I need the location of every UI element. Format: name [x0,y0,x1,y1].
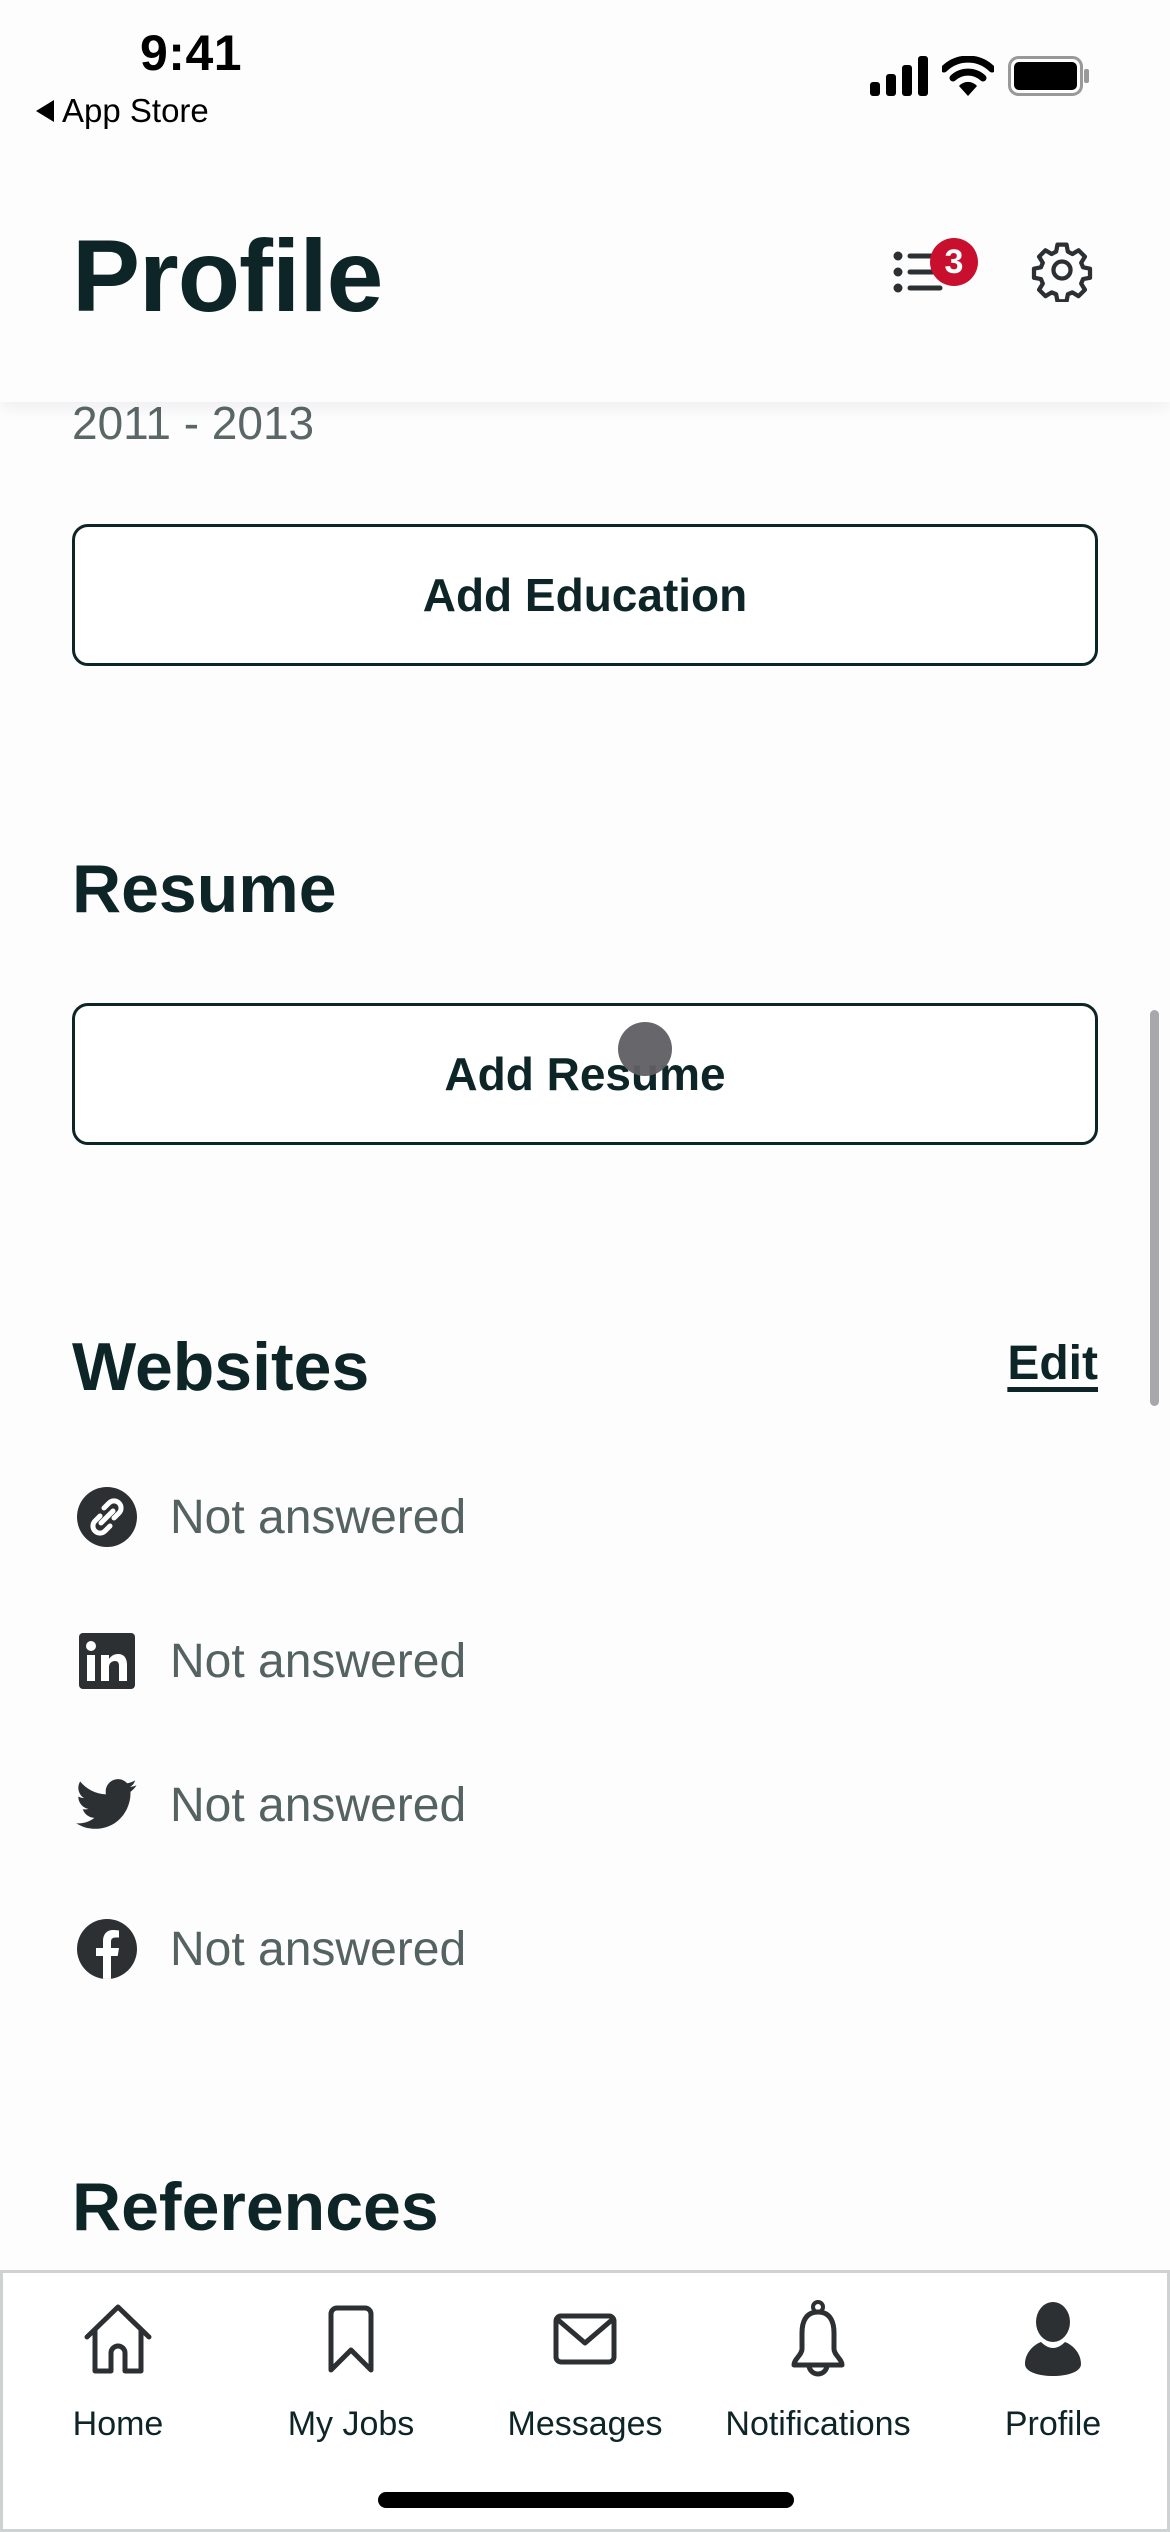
system-icons [870,56,1090,96]
back-app-label: App Store [62,92,209,129]
references-section-title: References [72,2169,439,2245]
website-row-linkedin[interactable]: Not answered [76,1630,466,1692]
tab-label: My Jobs [287,2405,415,2443]
linkedin-value: Not answered [170,1634,467,1688]
add-education-button[interactable]: Add Education [72,524,1098,666]
twitter-icon [76,1774,138,1836]
settings-button[interactable] [1022,230,1102,310]
tab-label: Home [72,2405,164,2443]
tab-label: Messages [507,2405,663,2443]
cellular-signal-icon [870,56,928,96]
checklist-button[interactable]: 3 [880,232,978,312]
resume-section-title: Resume [72,851,337,927]
tab-messages[interactable]: Messages [470,2299,700,2444]
bell-icon [778,2299,858,2379]
wifi-icon [942,56,994,96]
website-row-twitter[interactable]: Not answered [76,1774,466,1836]
vertical-scrollbar[interactable] [1150,1010,1159,1406]
website-row-facebook[interactable]: Not answered [76,1918,466,1980]
person-icon [1013,2299,1093,2379]
home-indicator [378,2492,794,2508]
home-icon [78,2299,158,2379]
tab-profile[interactable]: Profile [938,2299,1168,2444]
back-triangle-icon [36,100,54,122]
touch-indicator [618,1022,672,1076]
envelope-icon [545,2299,625,2379]
linkedin-icon [76,1630,138,1692]
tab-home[interactable]: Home [3,2299,233,2444]
add-resume-button[interactable]: Add Resume [72,1003,1098,1145]
edit-websites-link[interactable]: Edit [1007,1336,1098,1391]
education-date-range: 2011 - 2013 [72,397,315,449]
gear-icon [1031,242,1093,302]
facebook-value: Not answered [170,1922,467,1976]
tab-notifications[interactable]: Notifications [703,2299,933,2444]
websites-section-title: Websites [72,1329,370,1405]
battery-icon [1008,56,1089,96]
clock: 9:41 [140,25,243,81]
bookmark-icon [311,2299,391,2379]
back-to-app-store[interactable]: App Store [36,92,209,130]
status-bar: 9:41 App Store [0,0,1170,140]
facebook-icon [76,1918,138,1980]
website-value: Not answered [170,1490,467,1544]
tab-label: Notifications [725,2405,911,2443]
page-title: Profile [72,219,383,333]
tab-my-jobs[interactable]: My Jobs [236,2299,466,2444]
twitter-value: Not answered [170,1778,467,1832]
tab-label: Profile [1004,2405,1102,2443]
link-icon [76,1486,138,1548]
profile-header: Profile 3 [0,140,1170,402]
website-row-link[interactable]: Not answered [76,1486,466,1548]
checklist-badge: 3 [930,238,978,286]
